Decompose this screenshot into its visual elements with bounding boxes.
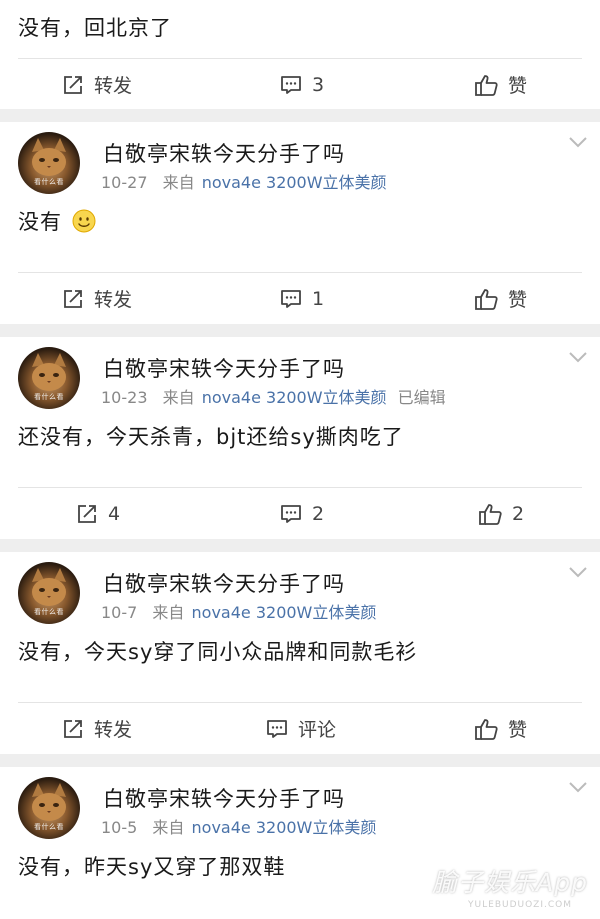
post-date: 10-27 (101, 173, 148, 192)
post-card: 看什么看 白敬亭宋轶今天分手了吗 10-23 来自 nova4e 3200W立体… (0, 337, 600, 539)
post-text: 没有，今天sy穿了同小众品牌和同款毛衫 (18, 640, 418, 664)
watermark-url: YULEBUDUOZI.COM (468, 900, 572, 910)
thumbs-up-icon (479, 503, 502, 525)
comment-icon (281, 504, 301, 523)
avatar[interactable]: 看什么看 (18, 347, 80, 409)
source-label: 来自 (152, 818, 185, 837)
repost-button[interactable]: 转发 (62, 273, 132, 324)
chevron-down-icon[interactable] (568, 566, 588, 578)
repost-button[interactable]: 转发 (62, 703, 132, 754)
source-label: 来自 (162, 388, 195, 407)
like-button[interactable]: 赞 (474, 59, 527, 110)
username[interactable]: 白敬亭宋轶今天分手了吗 (103, 138, 345, 168)
device-link[interactable]: nova4e 3200W立体美颜 (202, 388, 387, 407)
source-label: 来自 (162, 173, 195, 192)
device-link[interactable]: nova4e 3200W立体美颜 (202, 173, 387, 192)
post-text: 没有，回北京了 (18, 16, 172, 40)
like-button[interactable]: 赞 (474, 273, 527, 324)
avatar-caption: 看什么看 (34, 393, 64, 401)
post-date: 10-5 (101, 818, 138, 837)
like-label: 赞 (508, 75, 528, 97)
post-text: 没有，昨天sy又穿了那双鞋 (18, 855, 286, 879)
like-button[interactable]: 赞 (474, 703, 527, 754)
post-meta: 10-27 来自 nova4e 3200W立体美颜 (101, 169, 387, 193)
post-header: 看什么看 白敬亭宋轶今天分手了吗 10-5 来自 nova4e 3200W立体美… (0, 767, 600, 839)
repost-label: 转发 (94, 289, 133, 311)
thumbs-up-icon (475, 74, 498, 96)
action-bar: 转发 评论 赞 (0, 703, 600, 754)
repost-count: 4 (108, 502, 121, 525)
comment-icon (281, 75, 301, 94)
post-card-top: 没有，回北京了 转发 3 赞 (0, 0, 600, 109)
post-card: 看什么看 白敬亭宋轶今天分手了吗 10-7 来自 nova4e 3200W立体美… (0, 552, 600, 754)
username[interactable]: 白敬亭宋轶今天分手了吗 (103, 353, 345, 383)
avatar[interactable]: 看什么看 (18, 777, 80, 839)
post-card: 看什么看 白敬亭宋轶今天分手了吗 10-5 来自 nova4e 3200W立体美… (0, 767, 600, 919)
username[interactable]: 白敬亭宋轶今天分手了吗 (103, 783, 345, 813)
action-bar: 4 2 2 (0, 488, 600, 539)
post-header: 看什么看 白敬亭宋轶今天分手了吗 10-7 来自 nova4e 3200W立体美… (0, 552, 600, 624)
comment-button[interactable]: 1 (280, 273, 324, 324)
post-meta: 10-5 来自 nova4e 3200W立体美颜 (101, 814, 376, 838)
comment-icon (267, 719, 287, 738)
card-gap (0, 109, 600, 122)
post-date: 10-23 (101, 388, 148, 407)
device-link[interactable]: nova4e 3200W立体美颜 (192, 818, 377, 837)
avatar-caption: 看什么看 (34, 178, 64, 186)
post-text: 没有 (18, 210, 62, 234)
source-label: 来自 (152, 603, 185, 622)
thumbs-up-icon (475, 288, 498, 310)
avatar[interactable]: 看什么看 (18, 132, 80, 194)
post-meta: 10-23 来自 nova4e 3200W立体美颜 已编辑 (101, 384, 446, 408)
avatar[interactable]: 看什么看 (18, 562, 80, 624)
comment-button[interactable]: 2 (280, 488, 324, 539)
comment-button[interactable]: 3 (280, 59, 324, 110)
post-card: 看什么看 白敬亭宋轶今天分手了吗 10-27 来自 nova4e 3200W立体… (0, 122, 600, 324)
post-date: 10-7 (101, 603, 138, 622)
chevron-down-icon[interactable] (568, 136, 588, 148)
avatar-caption: 看什么看 (34, 823, 64, 831)
avatar-caption: 看什么看 (34, 608, 64, 616)
username[interactable]: 白敬亭宋轶今天分手了吗 (103, 568, 345, 598)
action-bar: 转发 1 赞 (0, 273, 600, 324)
smiley-emoji-icon (72, 209, 96, 233)
thumbs-up-icon (475, 718, 498, 740)
card-gap (0, 324, 600, 337)
post-header: 看什么看 白敬亭宋轶今天分手了吗 10-27 来自 nova4e 3200W立体… (0, 122, 600, 194)
edited-badge[interactable]: 已编辑 (398, 388, 446, 407)
card-gap (0, 754, 600, 767)
action-bar: 转发 3 赞 (0, 59, 600, 109)
post-text: 还没有，今天杀青，bjt还给sy撕肉吃了 (18, 425, 404, 449)
repost-icon (64, 75, 82, 94)
card-gap (0, 539, 600, 552)
like-label: 赞 (508, 719, 528, 741)
comment-button[interactable]: 评论 (266, 703, 336, 754)
comment-count: 1 (312, 287, 325, 310)
repost-button[interactable]: 转发 (62, 59, 132, 110)
comment-icon (281, 289, 301, 308)
comment-count: 2 (312, 502, 325, 525)
repost-label: 转发 (94, 719, 133, 741)
chevron-down-icon[interactable] (568, 351, 588, 363)
like-button[interactable]: 2 (478, 488, 524, 539)
repost-icon (64, 719, 82, 738)
device-link[interactable]: nova4e 3200W立体美颜 (192, 603, 377, 622)
post-header: 看什么看 白敬亭宋轶今天分手了吗 10-23 来自 nova4e 3200W立体… (0, 337, 600, 409)
repost-label: 转发 (94, 75, 133, 97)
like-label: 赞 (508, 289, 528, 311)
repost-icon (64, 289, 82, 308)
comment-count: 3 (312, 73, 325, 96)
repost-icon (78, 504, 96, 523)
comment-label: 评论 (298, 719, 337, 741)
watermark-logo: 腧子娱乐App (432, 868, 588, 897)
post-text-wrap: 没有 (0, 206, 114, 236)
chevron-down-icon[interactable] (568, 781, 588, 793)
post-meta: 10-7 来自 nova4e 3200W立体美颜 (101, 599, 376, 623)
like-count: 2 (512, 502, 525, 525)
repost-button[interactable]: 4 (76, 488, 120, 539)
